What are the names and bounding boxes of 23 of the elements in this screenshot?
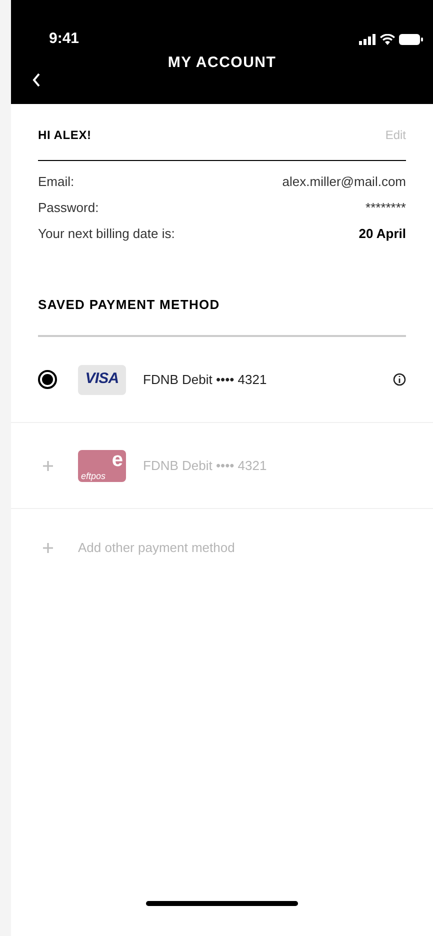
field-value: ********: [366, 199, 406, 218]
card-name: FDNB Debit •••• 4321: [143, 370, 267, 389]
battery-icon: [399, 34, 423, 45]
edit-link[interactable]: Edit: [385, 126, 406, 144]
radio-button[interactable]: [38, 370, 57, 389]
plus-icon: [43, 543, 53, 553]
field-label: Email:: [38, 173, 74, 192]
signal-icon: [359, 34, 376, 45]
status-time: 9:41: [49, 29, 80, 49]
field-value: alex.miller@mail.com: [282, 173, 406, 192]
card-name: FDNB Debit •••• 4321: [143, 456, 267, 475]
back-icon: [31, 72, 41, 88]
page-title: MY ACCOUNT: [166, 53, 278, 73]
wifi-icon: [380, 34, 395, 45]
add-payment-button[interactable]: Add other payment method: [11, 509, 433, 587]
field-value: 20 April: [358, 225, 406, 244]
greeting: HI ALEX!: [38, 127, 92, 144]
visa-logo: VISA: [78, 364, 126, 394]
info-icon[interactable]: [393, 373, 406, 386]
eftpos-logo: e eftpos: [78, 450, 126, 482]
field-label: Your next billing date is:: [38, 225, 175, 244]
field-label: Password:: [38, 199, 99, 218]
section-heading: SAVED PAYMENT METHOD: [38, 297, 220, 312]
